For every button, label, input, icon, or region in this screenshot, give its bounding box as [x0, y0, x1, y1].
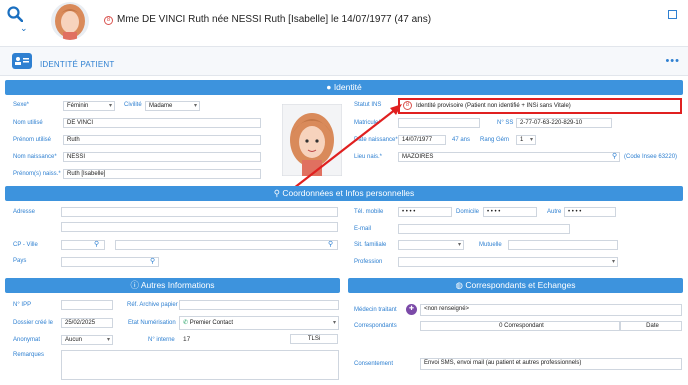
consentement-field[interactable]: Envoi SMS, envoi mail (au patient et aut…	[420, 358, 682, 370]
ns-label: N° SS	[497, 120, 514, 126]
tel-mobile-label: Tél. mobile	[354, 209, 384, 215]
cp-ville-label: CP - Ville	[13, 242, 38, 248]
pays-pin-icon[interactable]: ⚲	[150, 257, 155, 265]
section-title: IDENTITÉ PATIENT	[40, 60, 115, 69]
pin-icon: ⚲	[273, 188, 280, 198]
pays-label: Pays	[13, 258, 27, 264]
etat-num-value: Premier Contact	[189, 320, 234, 326]
autres-band: ⓘ Autres Informations	[5, 278, 340, 293]
prenom-utilise-label: Prénom utilisé	[13, 137, 52, 143]
dossier-cree-label: Dossier créé le	[13, 320, 54, 326]
tel-mobile-input[interactable]: • • • •	[398, 207, 452, 217]
patient-avatar	[51, 2, 89, 40]
profession-label: Profession	[354, 259, 383, 265]
dossier-cree-input[interactable]: 25/02/2025	[61, 318, 113, 328]
medecin-traitant-input[interactable]: <non renseigné>	[420, 304, 682, 316]
identite-band: ● Identité	[5, 80, 683, 95]
identite-band-title: Identité	[333, 82, 362, 92]
ville-pin-icon[interactable]: ⚲	[328, 240, 333, 248]
sexe-select[interactable]: Féminin	[63, 101, 115, 111]
adresse-line1-input[interactable]	[61, 207, 338, 217]
prenoms-naiss-label: Prénom(s) naiss.*	[13, 171, 61, 177]
autre-input[interactable]: • • • •	[564, 207, 616, 217]
etat-num-label: Etat Numérisation	[128, 320, 176, 326]
expand-icon[interactable]	[668, 10, 677, 19]
annotation-arrow	[293, 104, 402, 189]
n-interne-value: 17	[183, 336, 191, 343]
rang-gem-label: Rang Gém	[480, 137, 510, 143]
nom-naissance-label: Nom naissance*	[13, 154, 57, 160]
user-icon: ●	[326, 82, 332, 92]
correspondants-band-title: Correspondants et Echanges	[465, 280, 576, 290]
ville-input[interactable]	[115, 240, 338, 250]
ref-archive-label: Réf. Archive papier	[127, 302, 178, 308]
correspondants-band: ◍ Correspondants et Echanges	[348, 278, 683, 293]
doctor-icon: ✚	[406, 304, 417, 315]
ipp-input[interactable]	[61, 300, 113, 310]
location-pin-icon[interactable]: ⚲	[612, 152, 617, 160]
prenom-utilise-input[interactable]: Ruth	[63, 135, 261, 145]
anonymat-select[interactable]: Aucun	[61, 335, 113, 345]
phone-icon: ✆	[183, 320, 189, 326]
search-icon[interactable]	[7, 6, 23, 22]
age-text: 47 ans	[452, 137, 471, 143]
civilite-label: Civilité	[124, 102, 142, 108]
remarques-label: Remarques	[13, 352, 45, 358]
info-icon: ⓘ	[130, 280, 139, 290]
nom-utilise-label: Nom utilisé	[13, 120, 43, 126]
matricule-input[interactable]	[398, 118, 480, 128]
prenoms-naiss-input[interactable]: Ruth [Isabelle]	[63, 169, 261, 179]
etat-num-select[interactable]: ✆ Premier Contact	[179, 316, 339, 330]
more-options-icon[interactable]: •••	[665, 55, 680, 67]
chevron-down-icon[interactable]: ⌄	[20, 24, 28, 33]
sexe-label: Sexe*	[13, 102, 30, 108]
mutuelle-label: Mutuelle	[479, 242, 502, 248]
domicile-label: Domicile	[456, 209, 480, 215]
correspondants-field[interactable]: 0 Correspondant	[420, 321, 620, 331]
n-interne-label: N° interne	[148, 337, 175, 343]
lieu-naiss-input[interactable]: MAZOIRES	[398, 152, 620, 162]
top-bar: ⌄ 8 Mme DE VINCI Ruth née NESSI Ruth [Isa…	[0, 0, 688, 44]
autre-label: Autre	[547, 209, 562, 215]
code-insee-text: (Code Insee 63220)	[624, 154, 678, 160]
nom-naissance-input[interactable]: NESSI	[63, 152, 261, 162]
anonymat-label: Anonymat	[13, 337, 41, 343]
section-header: IDENTITÉ PATIENT •••	[0, 46, 688, 76]
email-input[interactable]	[398, 224, 570, 234]
nom-utilise-input[interactable]: DE VINCI	[63, 118, 261, 128]
tlsi-button[interactable]: TLSi	[290, 334, 338, 344]
id-card-icon	[12, 53, 32, 69]
date-button[interactable]: Date	[620, 321, 682, 331]
cp-pin-icon[interactable]: ⚲	[94, 240, 99, 248]
consentement-label: Consentement	[354, 361, 394, 367]
mutuelle-input[interactable]	[508, 240, 618, 250]
sit-familiale-label: Sit. familiale	[354, 242, 387, 248]
pays-input[interactable]	[61, 257, 159, 267]
patient-title-text: Mme DE VINCI Ruth née NESSI Ruth [Isabel…	[117, 14, 432, 25]
statut-ins-field[interactable]: 8 Identité provisoire (Patient non identi…	[398, 98, 682, 114]
globe-icon: ◍	[455, 280, 463, 290]
patient-title: 8 Mme DE VINCI Ruth née NESSI Ruth [Isabe…	[104, 14, 431, 25]
rang-gem-select[interactable]: 1	[516, 135, 536, 145]
adresse-label: Adresse	[13, 209, 36, 215]
profession-select[interactable]	[398, 257, 618, 267]
adresse-line2-input[interactable]	[61, 222, 338, 232]
medecin-traitant-label: Médecin traitant	[354, 307, 397, 313]
civilite-select[interactable]: Madame	[145, 101, 200, 111]
coordonnees-band-title: Coordonnées et Infos personnelles	[282, 188, 415, 198]
ipp-label: N° IPP	[13, 302, 32, 308]
email-label: E-mail	[354, 226, 372, 232]
domicile-input[interactable]: • • • •	[483, 207, 537, 217]
ns-input[interactable]: 2-77-07-63-220-829-10	[516, 118, 612, 128]
ins-warning-icon: 8	[104, 16, 113, 25]
ref-archive-input[interactable]	[179, 300, 339, 310]
coordonnees-band: ⚲ Coordonnées et Infos personnelles	[5, 186, 683, 201]
sit-familiale-select[interactable]	[398, 240, 464, 250]
statut-ins-value: Identité provisoire (Patient non identif…	[416, 103, 571, 109]
correspondants-label: Correspondants	[354, 323, 397, 329]
remarques-textarea[interactable]	[61, 350, 339, 380]
autres-band-title: Autres Informations	[140, 280, 215, 290]
